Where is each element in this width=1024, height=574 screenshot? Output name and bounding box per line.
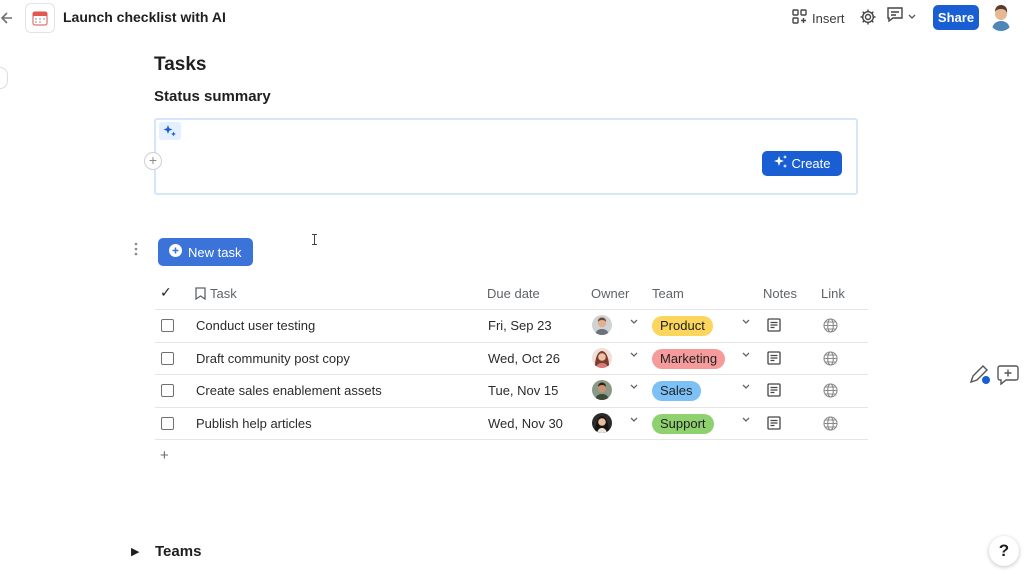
header-notes[interactable]: Notes	[763, 286, 797, 301]
page-title: Tasks	[154, 54, 207, 75]
plus-icon	[169, 244, 182, 260]
drag-handle-icon[interactable]	[133, 242, 139, 256]
chevron-down-icon	[907, 8, 917, 26]
text-cursor-icon	[312, 234, 317, 248]
notes-icon[interactable]	[767, 383, 781, 397]
sparkle-icon	[773, 154, 789, 173]
sparkle-icon[interactable]	[159, 122, 181, 140]
ai-summary-block[interactable]	[154, 118, 858, 195]
gear-icon[interactable]	[859, 8, 877, 26]
avatar[interactable]	[989, 3, 1013, 31]
task-name[interactable]: Create sales enablement assets	[196, 383, 382, 398]
notes-icon[interactable]	[767, 318, 781, 332]
header-owner[interactable]: Owner	[591, 286, 629, 301]
chevron-down-icon[interactable]	[741, 318, 751, 329]
calendar-icon[interactable]	[25, 3, 55, 33]
header-check[interactable]: ✓	[160, 284, 172, 301]
teams-heading[interactable]: Teams	[155, 543, 201, 560]
add-block-button[interactable]: +	[144, 152, 162, 170]
notes-icon[interactable]	[767, 350, 781, 365]
sidebar-toggle[interactable]	[0, 67, 8, 89]
chevron-down-icon[interactable]	[629, 318, 639, 329]
owner-avatar[interactable]	[592, 380, 612, 400]
doc-title[interactable]: Launch checklist with AI	[63, 9, 226, 25]
header-link[interactable]: Link	[821, 286, 845, 301]
header-due-date[interactable]: Due date	[487, 286, 540, 301]
due-date[interactable]: Fri, Sep 23	[488, 318, 552, 333]
add-comment-icon[interactable]	[996, 364, 1020, 386]
insert-label: Insert	[812, 10, 845, 26]
team-tag[interactable]: Support	[652, 413, 714, 434]
chevron-down-icon[interactable]	[741, 351, 751, 362]
task-checkbox[interactable]	[161, 351, 174, 365]
team-tag[interactable]: Sales	[652, 381, 701, 401]
table-row: Create sales enablement assets Tue, Nov …	[155, 375, 868, 408]
globe-icon[interactable]	[823, 318, 838, 333]
due-date[interactable]: Tue, Nov 15	[488, 383, 558, 398]
due-date[interactable]: Wed, Nov 30	[488, 416, 563, 431]
table-header: ✓ Task Due date Owner Team Notes Link	[155, 277, 868, 310]
comment-icon	[886, 6, 904, 28]
globe-icon[interactable]	[823, 350, 838, 366]
create-button[interactable]: Create	[762, 151, 842, 176]
team-tag[interactable]: Marketing	[652, 348, 726, 369]
chevron-down-icon[interactable]	[741, 416, 751, 427]
notes-icon[interactable]	[767, 415, 781, 430]
chevron-down-icon[interactable]	[629, 351, 639, 362]
task-checkbox[interactable]	[161, 416, 174, 430]
due-date[interactable]: Wed, Oct 26	[488, 351, 560, 366]
comment-button[interactable]	[886, 6, 922, 28]
task-name[interactable]: Publish help articles	[196, 416, 312, 431]
section-heading: Status summary	[154, 88, 271, 105]
top-bar: Launch checklist with AI Insert Share	[0, 0, 1024, 36]
task-name[interactable]: Conduct user testing	[196, 318, 315, 333]
chevron-down-icon[interactable]	[629, 416, 639, 427]
owner-avatar[interactable]	[592, 347, 612, 368]
table-row: Draft community post copy Wed, Oct 26 Ma…	[155, 343, 868, 375]
share-button[interactable]: Share	[933, 5, 979, 30]
back-arrow-icon[interactable]	[0, 9, 14, 27]
globe-icon[interactable]	[823, 415, 838, 431]
globe-icon[interactable]	[823, 383, 838, 398]
help-button[interactable]: ?	[989, 536, 1019, 566]
pen-icon[interactable]	[967, 362, 991, 386]
task-checkbox[interactable]	[161, 384, 174, 397]
create-label: Create	[791, 156, 831, 171]
tasks-table: ✓ Task Due date Owner Team Notes Link Co…	[155, 277, 868, 440]
team-tag[interactable]: Product	[652, 316, 713, 336]
new-task-button[interactable]: New task	[158, 238, 253, 266]
bookmark-icon	[195, 287, 206, 303]
owner-avatar[interactable]	[592, 315, 612, 335]
add-row-button[interactable]: +	[160, 447, 169, 464]
table-row: Publish help articles Wed, Nov 30 Suppor…	[155, 408, 868, 440]
chevron-down-icon[interactable]	[741, 383, 751, 394]
header-task[interactable]: Task	[195, 286, 237, 303]
header-team[interactable]: Team	[652, 286, 684, 301]
task-checkbox[interactable]	[161, 319, 174, 332]
chevron-down-icon[interactable]	[629, 383, 639, 394]
header-task-label: Task	[210, 286, 237, 301]
insert-grid-icon	[792, 9, 807, 27]
owner-avatar[interactable]	[592, 412, 612, 433]
insert-button[interactable]: Insert	[792, 8, 845, 28]
new-task-label: New task	[188, 244, 242, 260]
table-row: Conduct user testing Fri, Sep 23 Product	[155, 310, 868, 343]
task-name[interactable]: Draft community post copy	[196, 351, 350, 366]
expand-toggle-icon[interactable]: ▶	[131, 545, 139, 558]
